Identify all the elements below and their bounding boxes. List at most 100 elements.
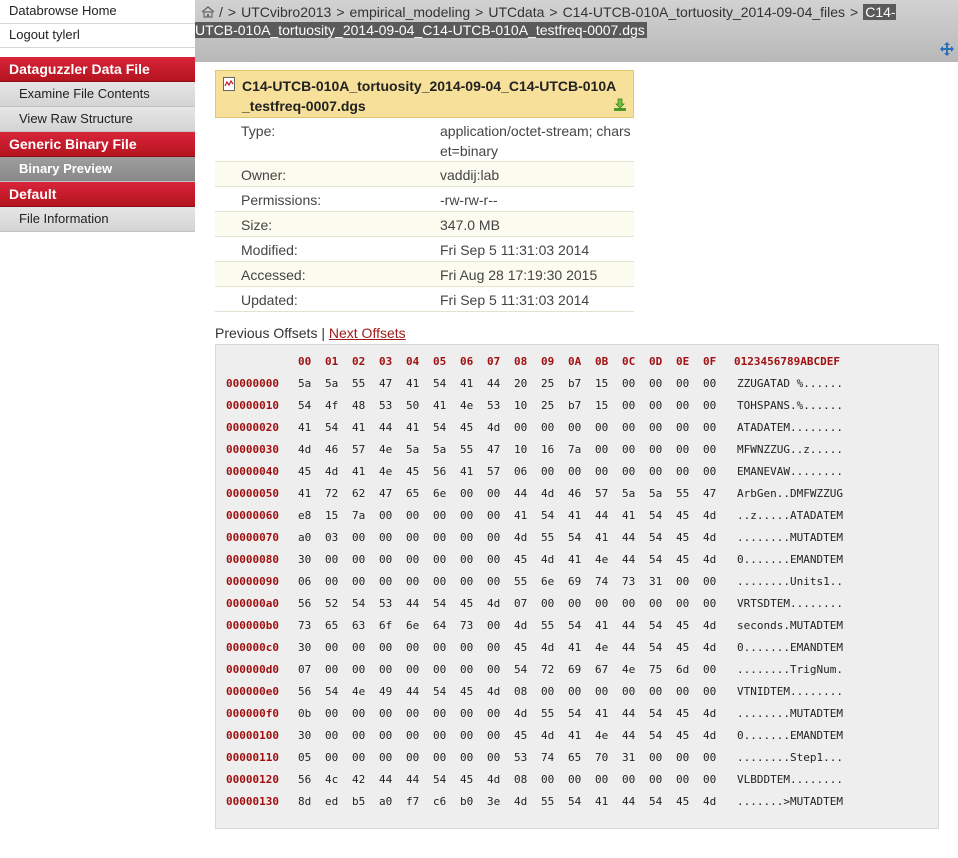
sidebar-item-view-raw-structure[interactable]: View Raw Structure (0, 107, 195, 132)
breadcrumb-item[interactable]: UTCvibro2013 (241, 4, 331, 20)
logout-link[interactable]: Logout tylerl (0, 24, 195, 48)
hex-byte: 00 (703, 443, 717, 456)
hex-byte: 00 (568, 421, 582, 434)
hex-byte: 00 (487, 707, 501, 720)
hex-byte: 55 (541, 707, 555, 720)
hex-byte: 4e (622, 663, 636, 676)
hex-byte: 44 (379, 773, 393, 786)
hex-byte: 45 (460, 685, 474, 698)
hex-byte: 70 (595, 751, 609, 764)
hex-byte: 4d (514, 707, 528, 720)
hex-byte: 41 (352, 421, 366, 434)
expand-icon[interactable] (940, 42, 954, 56)
file-info-value: 347.0 MB (440, 217, 500, 233)
sidebar-item-binary-preview[interactable]: Binary Preview (0, 157, 195, 182)
hex-byte: 00 (406, 729, 420, 742)
hex-byte: 00 (325, 751, 339, 764)
file-title: C14-UTCB-010A_tortuosity_2014-09-04_C14-… (242, 78, 617, 114)
hex-byte: 41 (595, 619, 609, 632)
hex-byte: 15 (595, 399, 609, 412)
hex-byte: 00 (703, 421, 717, 434)
hex-byte: 4d (703, 619, 717, 632)
hex-byte: 00 (460, 553, 474, 566)
sidebar-section-header: Default (0, 182, 195, 207)
hex-byte: 4d (487, 685, 501, 698)
hex-byte: 45 (676, 707, 690, 720)
hex-byte: 44 (622, 641, 636, 654)
hex-byte: 73 (622, 575, 636, 588)
hex-offset: 000000f0 (226, 707, 279, 720)
download-icon[interactable] (613, 98, 627, 112)
hex-byte: 53 (487, 399, 501, 412)
hex-byte: 07 (298, 663, 312, 676)
file-title-box: C14-UTCB-010A_tortuosity_2014-09-04_C14-… (215, 70, 634, 118)
hex-byte: 6e (406, 619, 420, 632)
hex-byte: 00 (703, 685, 717, 698)
file-info-row: Type: application/octet-stream; charset=b… (215, 118, 634, 162)
hex-offset: 00000030 (226, 443, 279, 456)
hex-byte: 56 (298, 773, 312, 786)
hex-byte: 55 (514, 575, 528, 588)
hex-byte: 00 (460, 641, 474, 654)
hex-ascii: VTNIDTEM........ (737, 685, 843, 698)
hex-byte: 55 (541, 619, 555, 632)
offsets-divider: | (321, 325, 325, 341)
hex-byte: 00 (649, 773, 663, 786)
hex-byte: 00 (352, 751, 366, 764)
hex-byte: 00 (379, 553, 393, 566)
sidebar-item-file-information[interactable]: File Information (0, 207, 195, 232)
hex-byte: 44 (622, 619, 636, 632)
hex-column-header: 02 (352, 355, 366, 368)
hex-byte: 00 (622, 597, 636, 610)
hex-byte: 00 (325, 707, 339, 720)
hex-byte: 00 (460, 663, 474, 676)
hex-byte: 69 (568, 575, 582, 588)
file-icon (223, 77, 235, 91)
hex-byte: 54 (649, 795, 663, 808)
hex-byte: 00 (595, 443, 609, 456)
next-offsets-link[interactable]: Next Offsets (329, 325, 406, 341)
hex-byte: 00 (703, 575, 717, 588)
home-icon[interactable] (201, 6, 215, 18)
hex-offset: 00000120 (226, 773, 279, 786)
hex-byte: 00 (325, 641, 339, 654)
hex-byte: 00 (649, 421, 663, 434)
hex-byte: 41 (298, 421, 312, 434)
breadcrumb-item[interactable]: C14-UTCB-010A_tortuosity_2014-09-04_file… (563, 4, 845, 20)
hex-byte: 4e (352, 685, 366, 698)
hex-byte: 00 (406, 509, 420, 522)
hex-byte: 63 (352, 619, 366, 632)
hex-byte: 00 (676, 465, 690, 478)
hex-byte: 00 (649, 399, 663, 412)
file-info-key: Type: (241, 123, 276, 139)
breadcrumb-item[interactable]: / (219, 4, 223, 20)
hex-byte: b0 (460, 795, 474, 808)
hex-byte: 00 (379, 663, 393, 676)
hex-byte: 41 (514, 509, 528, 522)
hex-byte: 54 (433, 773, 447, 786)
hex-byte: 4d (703, 531, 717, 544)
hex-byte: 30 (298, 729, 312, 742)
file-info-row: Modified: Fri Sep 5 11:31:03 2014 (215, 237, 634, 262)
hex-byte: 42 (352, 773, 366, 786)
breadcrumb-item[interactable]: UTCdata (488, 4, 544, 20)
hex-byte: 72 (541, 663, 555, 676)
hex-byte: 4d (514, 795, 528, 808)
hex-ascii: .......>MUTADTEM (737, 795, 843, 808)
hex-byte: 54 (298, 399, 312, 412)
sidebar-item-examine-file-contents[interactable]: Examine File Contents (0, 82, 195, 107)
hex-byte: 44 (622, 531, 636, 544)
hex-column-header: 01 (325, 355, 339, 368)
hex-offset: 000000d0 (226, 663, 279, 676)
hex-byte: 00 (595, 685, 609, 698)
breadcrumb-item[interactable]: empirical_modeling (350, 4, 471, 20)
hex-column-header: 00 (298, 355, 312, 368)
hex-byte: 00 (703, 377, 717, 390)
databrowse-home-link[interactable]: Databrowse Home (0, 0, 195, 24)
hex-byte: 00 (703, 663, 717, 676)
hex-byte: 10 (514, 443, 528, 456)
hex-offset: 00000090 (226, 575, 279, 588)
hex-ascii: TOHSPANS.%...... (737, 399, 843, 412)
hex-byte: 44 (406, 597, 420, 610)
hex-byte: 00 (487, 729, 501, 742)
